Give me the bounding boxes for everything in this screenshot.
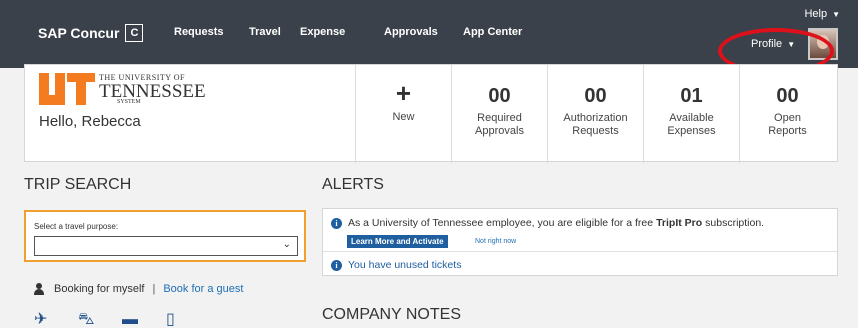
logo-line3: SYSTEM <box>117 99 141 105</box>
stat-value: 00 <box>584 85 607 107</box>
header-card: THE UNIVERSITY OF TENNESSEE SYSTEM Hello… <box>24 64 838 163</box>
hotel-icon[interactable]: ▬ <box>122 312 142 328</box>
nav-travel[interactable]: Travel <box>249 26 281 38</box>
book-for-guest-link[interactable]: Book for a guest <box>163 283 243 295</box>
help-label: Help <box>804 8 828 20</box>
nav-approvals[interactable]: Approvals <box>384 26 438 38</box>
alerts-title: ALERTS <box>322 176 384 193</box>
nav-app-center[interactable]: App Center <box>463 26 522 38</box>
train-icon[interactable]: ▯ <box>166 312 186 328</box>
new-label: New <box>392 111 415 123</box>
chevron-down-icon: ⌄ <box>282 239 291 250</box>
nav-expense[interactable]: Expense <box>300 26 345 38</box>
caret-down-icon: ▼ <box>832 10 840 19</box>
nav-requests[interactable]: Requests <box>174 26 224 38</box>
new-button[interactable]: + New <box>355 65 451 163</box>
travel-type-tabs: ✈ ⛍ ▬ ▯ <box>34 312 186 328</box>
stat-label: Approvals <box>475 125 524 137</box>
booking-options: Booking for myself | Book for a guest <box>34 283 243 295</box>
divider <box>323 251 837 252</box>
stat-required-approvals[interactable]: 00 Required Approvals <box>451 65 547 163</box>
stat-label: Available <box>669 112 714 124</box>
help-menu[interactable]: Help ▼ <box>804 8 840 20</box>
alert-text: As a University of Tennessee employee, y… <box>348 217 654 229</box>
alert-bold-text: TripIt Pro <box>656 217 703 229</box>
stat-label: Required <box>477 112 522 124</box>
not-now-link[interactable]: Not right now <box>475 238 516 245</box>
stat-value: 01 <box>680 85 703 107</box>
learn-more-button[interactable]: Learn More and Activate <box>347 235 448 248</box>
plus-icon: + <box>395 78 412 108</box>
stat-value: 00 <box>776 85 799 107</box>
logo-line2: TENNESSEE <box>99 81 206 102</box>
travel-purpose-label: Select a travel purpose: <box>34 222 119 231</box>
car-icon[interactable]: ⛍ <box>78 312 98 328</box>
greeting: Hello, Rebecca <box>39 113 141 130</box>
alerts-panel: i As a University of Tennessee employee,… <box>322 208 838 276</box>
info-icon: i <box>331 217 342 229</box>
person-icon <box>34 283 44 295</box>
booking-separator: | <box>152 283 156 295</box>
brand-name: SAP Concur <box>38 25 120 41</box>
booking-for-myself[interactable]: Booking for myself <box>54 283 144 295</box>
stat-label: Authorization <box>563 112 628 124</box>
stat-label: Requests <box>572 125 619 137</box>
travel-purpose-panel: Select a travel purpose: ⌄ <box>24 210 306 262</box>
stat-authorization-requests[interactable]: 00 Authorization Requests <box>547 65 643 163</box>
stat-open-reports[interactable]: 00 Open Reports <box>739 65 835 163</box>
tripit-alert: i As a University of Tennessee employee,… <box>331 217 764 229</box>
stat-label: Reports <box>768 125 807 137</box>
stat-available-expenses[interactable]: 01 Available Expenses <box>643 65 739 163</box>
trip-search-title: TRIP SEARCH <box>24 176 132 193</box>
concur-mark-icon: C <box>125 24 144 42</box>
info-icon: i <box>331 259 342 271</box>
stat-value: 00 <box>488 85 511 107</box>
travel-purpose-select[interactable]: ⌄ <box>34 236 298 256</box>
university-logo: THE UNIVERSITY OF TENNESSEE SYSTEM <box>39 71 219 107</box>
stat-label: Expenses <box>667 125 716 137</box>
unused-tickets-link[interactable]: You have unused tickets <box>348 259 461 271</box>
airplane-icon[interactable]: ✈ <box>34 312 54 328</box>
sap-concur-logo[interactable]: SAP Concur C <box>38 24 144 42</box>
company-notes-title: COMPANY NOTES <box>322 306 461 323</box>
ut-logo-icon <box>39 73 95 105</box>
stat-label: Open <box>774 112 801 124</box>
unused-tickets-alert[interactable]: i You have unused tickets <box>331 259 461 271</box>
alert-text-end: subscription. <box>705 217 765 229</box>
